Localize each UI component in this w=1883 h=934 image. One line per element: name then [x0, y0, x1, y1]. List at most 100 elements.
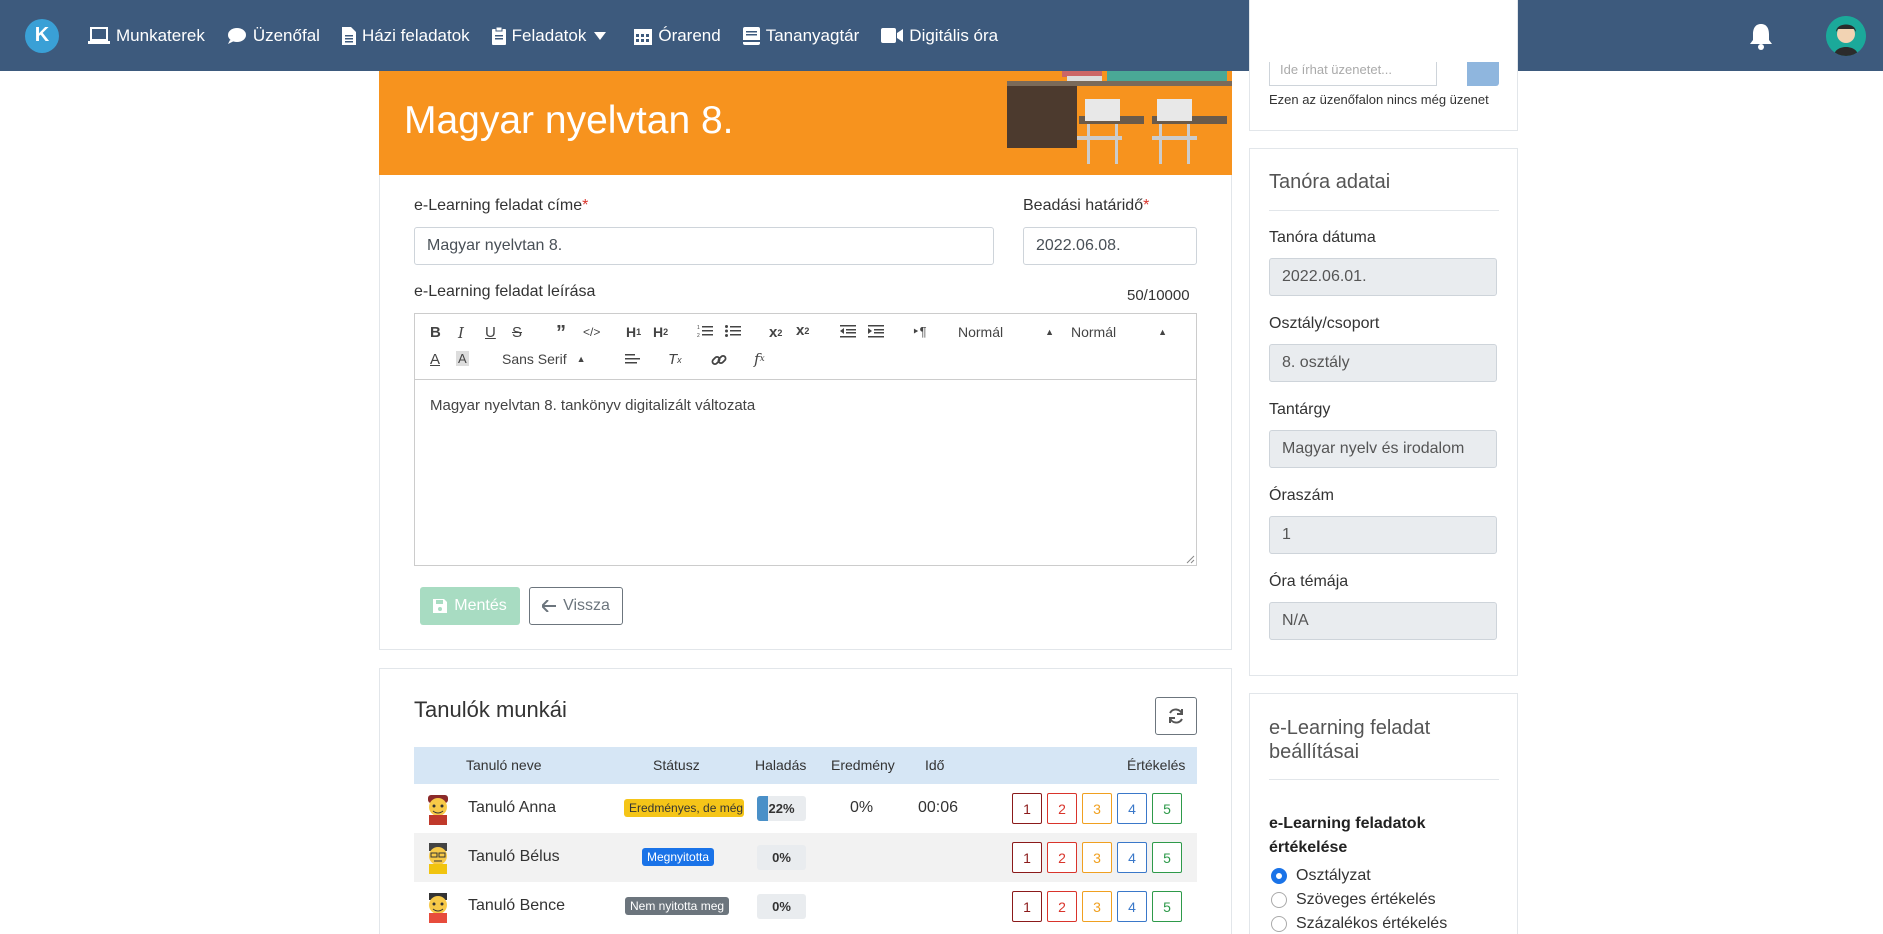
col-progress: Haladás [755, 757, 807, 773]
subscript-icon[interactable]: x2 [769, 324, 782, 341]
top-navbar: K Munkaterek Üzenőfal Házi feladatok Fel… [0, 0, 1883, 71]
refresh-button[interactable] [1155, 697, 1197, 735]
nav-digitalis-ora[interactable]: Digitális óra [881, 26, 998, 46]
student-name[interactable]: Tanuló Bélus [468, 848, 560, 866]
nav-hazi-feladatok[interactable]: Házi feladatok [341, 26, 470, 46]
title-input[interactable]: Magyar nyelvtan 8. [414, 227, 994, 265]
send-message-button[interactable] [1467, 62, 1499, 86]
radio-szazalekos[interactable]: Százalékos értékelés [1271, 915, 1447, 933]
size-select[interactable]: Normál ▲ [1071, 324, 1167, 340]
caret-down-icon [594, 31, 607, 40]
col-name: Tanuló neve [466, 757, 542, 773]
page-title: Magyar nyelvtan 8. [404, 99, 734, 142]
radio-szoveges[interactable]: Szöveges értékelés [1271, 891, 1436, 909]
blockquote-icon[interactable]: ” [556, 322, 566, 345]
lesson-data-title: Tanóra adatai [1269, 171, 1391, 193]
grade-button-4[interactable]: 4 [1117, 842, 1147, 873]
grade-button-2[interactable]: 2 [1047, 793, 1077, 824]
grade-button-5[interactable]: 5 [1152, 793, 1182, 824]
progress-bar: 0% [757, 845, 806, 870]
app-logo[interactable]: K [25, 18, 59, 53]
bold-icon[interactable]: B [430, 324, 441, 341]
formula-icon[interactable]: fx [754, 350, 765, 368]
nav-munkaterek[interactable]: Munkaterek [88, 26, 205, 46]
students-table: Tanuló neve Státusz Haladás Eredmény Idő… [414, 747, 1197, 931]
nav-label: Munkaterek [116, 25, 205, 45]
clear-format-icon[interactable]: Tx [668, 351, 682, 368]
grade-button-3[interactable]: 3 [1082, 891, 1112, 922]
radio-unchecked-icon [1271, 892, 1287, 908]
grading-mode-label: e-Learning feladatok értékelése [1269, 815, 1426, 856]
student-name[interactable]: Tanuló Anna [468, 799, 556, 817]
indent-icon[interactable] [868, 324, 884, 338]
underline-icon[interactable]: U [485, 324, 496, 341]
class-label: Osztály/csoport [1269, 315, 1380, 332]
header-select[interactable]: Normál ▲ [958, 324, 1054, 340]
save-button[interactable]: Mentés [420, 587, 520, 625]
heading1-icon[interactable]: H1 [626, 324, 641, 340]
nav-orarend[interactable]: Órarend [634, 26, 721, 46]
lesson-number-field: 1 [1269, 516, 1497, 554]
background-color-icon[interactable]: A [456, 351, 469, 366]
col-result: Eredmény [831, 757, 895, 773]
select-arrows-icon: ▲ [1158, 327, 1168, 337]
arrow-left-icon [542, 600, 557, 612]
grade-button-4[interactable]: 4 [1117, 793, 1147, 824]
deadline-input[interactable]: 2022.06.08. [1023, 227, 1197, 265]
grade-buttons: 1 2 3 4 5 [1012, 842, 1182, 873]
user-avatar[interactable] [1826, 15, 1866, 56]
grade-button-4[interactable]: 4 [1117, 891, 1147, 922]
grade-button-3[interactable]: 3 [1082, 793, 1112, 824]
outdent-icon[interactable] [840, 324, 856, 338]
progress-label: 22% [768, 801, 795, 816]
font-color-icon[interactable]: A [430, 351, 440, 368]
radio-unchecked-icon [1271, 916, 1287, 932]
grade-button-1[interactable]: 1 [1012, 842, 1042, 873]
grade-button-2[interactable]: 2 [1047, 842, 1077, 873]
text-direction-icon[interactable]: ‣¶ [912, 324, 927, 340]
title-label-text: e-Learning feladat címe [414, 197, 583, 214]
resize-handle-icon[interactable] [1185, 554, 1195, 564]
message-input[interactable]: Ide írhat üzenetet... [1269, 62, 1437, 86]
strikethrough-icon[interactable]: S [512, 324, 522, 341]
lesson-topic-field: N/A [1269, 602, 1497, 640]
radio-checked-icon [1271, 868, 1287, 884]
font-select[interactable]: Sans Serif ▲ [502, 351, 586, 367]
table-row: Tanuló Bence Nem nyitotta meg 0% 1 2 3 4… [414, 882, 1197, 931]
bullet-list-icon[interactable] [725, 324, 741, 338]
editor-content[interactable]: Magyar nyelvtan 8. tankönyv digitalizált… [430, 397, 755, 414]
link-icon[interactable] [711, 352, 727, 368]
nav-feladatok-dropdown[interactable]: Feladatok [491, 26, 613, 46]
grade-buttons: 1 2 3 4 5 [1012, 891, 1182, 922]
students-title: Tanulók munkái [414, 697, 567, 722]
nav-tananyagtar[interactable]: Tananyagtár [742, 26, 859, 46]
save-label: Mentés [454, 597, 507, 614]
student-name[interactable]: Tanuló Bence [468, 897, 565, 915]
calendar-icon [634, 27, 653, 45]
superscript-icon[interactable]: x2 [796, 322, 809, 339]
message-empty-text: Ezen az üzenőfalon nincs még üzenet [1269, 92, 1489, 107]
col-time: Idő [925, 757, 945, 773]
bell-icon[interactable] [1748, 22, 1774, 50]
grade-button-1[interactable]: 1 [1012, 891, 1042, 922]
grade-button-2[interactable]: 2 [1047, 891, 1077, 922]
grade-button-3[interactable]: 3 [1082, 842, 1112, 873]
align-icon[interactable] [625, 353, 640, 365]
table-row: Tanuló Anna Eredményes, de még f 22% 0% … [414, 784, 1197, 833]
back-label: Vissza [563, 597, 610, 614]
subject-field: Magyar nyelv és irodalom [1269, 430, 1497, 468]
grade-button-5[interactable]: 5 [1152, 891, 1182, 922]
file-icon [341, 26, 356, 45]
student-avatar [429, 843, 447, 874]
deadline-label-text: Beadási határidő [1023, 197, 1144, 214]
grade-button-5[interactable]: 5 [1152, 842, 1182, 873]
ordered-list-icon[interactable]: 12 [697, 324, 713, 338]
status-badge: Eredményes, de még f [624, 799, 744, 817]
heading2-icon[interactable]: H2 [653, 324, 668, 340]
italic-icon[interactable]: I [458, 324, 464, 342]
nav-uzenofal[interactable]: Üzenőfal [227, 26, 320, 46]
radio-osztalyzat[interactable]: Osztályzat [1271, 867, 1371, 885]
grade-button-1[interactable]: 1 [1012, 793, 1042, 824]
back-button[interactable]: Vissza [529, 587, 623, 625]
code-icon[interactable]: </> [583, 325, 600, 339]
